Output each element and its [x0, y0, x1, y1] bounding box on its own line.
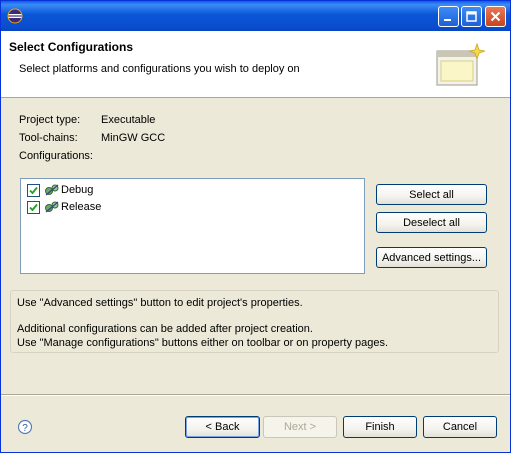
project-type-value: Executable: [101, 114, 156, 126]
info-additional-configs: Additional configurations can be added a…: [17, 323, 313, 335]
configurations-list[interactable]: Debug Release: [20, 178, 365, 274]
wizard-window: Select Configurations Select platforms a…: [0, 0, 511, 453]
debug-label: Debug: [61, 184, 94, 196]
release-label: Release: [61, 201, 102, 213]
list-item[interactable]: Debug: [27, 182, 93, 198]
release-checkbox[interactable]: [27, 200, 40, 214]
page-description: Select platforms and configurations you …: [19, 63, 300, 75]
wizard-banner-icon: [436, 42, 486, 86]
project-type-label: Project type:: [19, 114, 81, 126]
configuration-icon: [45, 184, 59, 196]
maximize-icon: [466, 11, 477, 22]
svg-text:?: ?: [22, 423, 28, 434]
finish-button[interactable]: Finish: [343, 416, 417, 438]
checkmark-icon: [29, 203, 38, 211]
title-bar[interactable]: [1, 1, 510, 31]
toolchains-label: Tool-chains:: [19, 132, 78, 144]
debug-checkbox[interactable]: [27, 183, 40, 197]
back-button[interactable]: < Back: [185, 416, 260, 438]
info-panel: Use "Advanced settings" button to edit p…: [10, 290, 499, 353]
footer-separator: [1, 394, 510, 396]
close-button[interactable]: [485, 6, 506, 27]
next-button[interactable]: Next >: [263, 416, 337, 438]
minimize-button[interactable]: [438, 6, 459, 27]
cancel-button[interactable]: Cancel: [423, 416, 497, 438]
page-title: Select Configurations: [9, 40, 134, 54]
toolchains-value: MinGW GCC: [101, 132, 166, 144]
configurations-label: Configurations:: [19, 150, 93, 162]
help-icon[interactable]: ?: [17, 419, 33, 435]
minimize-icon: [444, 19, 451, 21]
advanced-settings-button[interactable]: Advanced settings...: [376, 247, 487, 268]
maximize-button[interactable]: [461, 6, 482, 27]
close-icon: [490, 11, 501, 22]
info-advanced-hint: Use "Advanced settings" button to edit p…: [17, 297, 303, 309]
select-all-button[interactable]: Select all: [376, 184, 487, 205]
list-item[interactable]: Release: [27, 199, 101, 215]
checkmark-icon: [29, 186, 38, 194]
configuration-icon: [45, 201, 59, 213]
deselect-all-button[interactable]: Deselect all: [376, 212, 487, 233]
eclipse-icon: [7, 8, 23, 24]
info-manage-configs: Use "Manage configurations" buttons eith…: [17, 337, 389, 349]
wizard-header: Select Configurations Select platforms a…: [1, 31, 510, 98]
